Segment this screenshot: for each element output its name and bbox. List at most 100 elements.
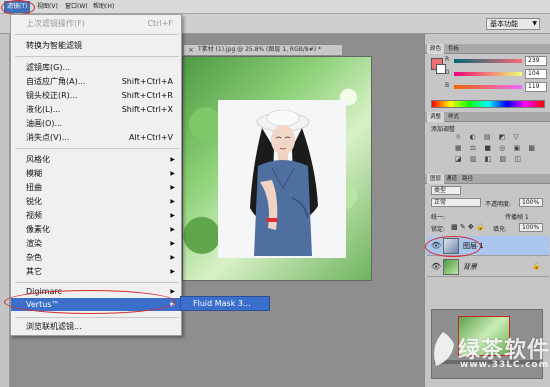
color-spectrum-bar[interactable] — [431, 100, 545, 108]
slider-label: R — [445, 56, 450, 63]
slider-track[interactable] — [454, 59, 522, 63]
menu-item-noise[interactable]: 杂色 ▶ — [11, 251, 181, 264]
menu-bar: 滤镜(T) 视图(V) 窗口(W) 帮助(H) — [0, 0, 550, 14]
workspace-label: 基本功能 — [490, 20, 518, 28]
menu-divider — [15, 34, 179, 35]
menu-item-label: 像素化 — [26, 225, 50, 234]
tab-color[interactable]: 颜色 — [427, 44, 445, 54]
menu-window[interactable]: 窗口(W) — [62, 1, 91, 13]
tab-layers[interactable]: 图层 — [427, 174, 445, 184]
menu-item-shortcut: Alt+Ctrl+V — [129, 133, 173, 142]
menu-item-label: 镜头校正(R)... — [26, 91, 78, 100]
menu-divider — [15, 56, 179, 57]
menu-item-label: 模糊 — [26, 169, 42, 178]
submenu-arrow-icon: ▶ — [170, 254, 175, 261]
adjustment-icons-row-1[interactable]: ☼ ◐ ▤ ◩ ▽ — [455, 133, 535, 142]
menu-item-browse-online-filters[interactable]: 浏览联机滤镜... — [11, 320, 181, 333]
eye-icon[interactable]: 👁 — [431, 262, 441, 271]
layers-panel-header: 图层 通道 路径 — [425, 174, 550, 184]
fill-label: 填充: — [493, 226, 508, 233]
menu-item-other[interactable]: 其它 ▶ — [11, 265, 181, 278]
menu-item-pixelate[interactable]: 像素化 ▶ — [11, 223, 181, 236]
menu-item-label: 浏览联机滤镜... — [26, 322, 82, 331]
red-value-field[interactable]: 239 — [525, 56, 547, 66]
tab-adjustments[interactable]: 调整 — [427, 112, 445, 122]
opacity-value: 100% — [522, 199, 540, 206]
tab-channels[interactable]: 通道 — [443, 174, 460, 184]
submenu-arrow-icon: ▶ — [170, 170, 175, 177]
adjustment-icons-row-2[interactable]: ▦ ⚖ ■ ◎ ▣ ▩ — [455, 144, 535, 153]
layer-name[interactable]: 背景 — [463, 262, 477, 272]
submenu-arrow-icon: ▶ — [170, 240, 175, 247]
menu-divider — [15, 282, 179, 283]
navigator-panel — [431, 309, 543, 379]
adjustment-icons-row-3[interactable]: ◪ ▥ ◧ ▨ ◫ — [455, 155, 535, 164]
submenu-arrow-icon: ▶ — [170, 198, 175, 205]
propagate-frame-checkbox[interactable]: 传播帧 1 — [505, 212, 529, 221]
submenu-arrow-icon: ▶ — [170, 212, 175, 219]
green-value-field[interactable]: 104 — [525, 69, 547, 79]
menu-view[interactable]: 视图(V) — [34, 1, 61, 13]
document-tab[interactable]: × T素材 (1).jpg @ 25.8% (图层 1, RGB/8#) * — [183, 44, 343, 56]
menu-item-oil-paint[interactable]: 油画(O)... — [11, 117, 181, 130]
menu-item-shortcut: Shift+Ctrl+X — [121, 105, 173, 114]
blend-mode-select[interactable]: 正常 — [431, 198, 481, 207]
menu-help[interactable]: 帮助(H) — [90, 1, 117, 13]
navigator-zoom-slider[interactable] — [434, 360, 540, 364]
opacity-field[interactable]: 100% — [519, 198, 543, 207]
menu-item-blur[interactable]: 模糊 ▶ — [11, 167, 181, 180]
menu-divider — [15, 148, 179, 149]
menu-item-video[interactable]: 视频 ▶ — [11, 209, 181, 222]
submenu-arrow-icon: ▶ — [170, 268, 175, 275]
menu-item-label: 杂色 — [26, 253, 42, 262]
menu-item-distort[interactable]: 扭曲 ▶ — [11, 181, 181, 194]
red-annotation-oval — [4, 290, 176, 314]
submenu-fluid-mask[interactable]: Fluid Mask 3... — [180, 296, 270, 311]
navigator-thumbnail[interactable] — [458, 316, 510, 356]
fill-value: 100% — [522, 224, 540, 231]
layer-row-background[interactable]: 👁 背景 🔒 — [427, 257, 549, 277]
slider-track[interactable] — [454, 72, 522, 76]
menu-item-adaptive-wide-angle[interactable]: 自适应广角(A)... Shift+Ctrl+A — [11, 75, 181, 88]
unify-label: 统一: — [431, 214, 446, 221]
menu-item-convert-smart-filter[interactable]: 转换为智能滤镜 — [11, 39, 181, 52]
submenu-arrow-icon: ▶ — [170, 156, 175, 163]
opacity-label: 不透明度: — [485, 201, 512, 208]
menu-item-render[interactable]: 渲染 ▶ — [11, 237, 181, 250]
lock-icons[interactable]: ▩ ✎ ✥ 🔒 — [451, 223, 485, 231]
submenu-arrow-icon: ▶ — [170, 226, 175, 233]
menu-item-shortcut: Shift+Ctrl+A — [121, 77, 173, 86]
color-panel-header: 颜色 色板 — [425, 44, 550, 54]
red-annotation-circle — [1, 0, 35, 15]
chevron-down-icon: ▼ — [532, 20, 537, 27]
submenu-item-label: Fluid Mask 3... — [193, 299, 251, 308]
tab-swatches[interactable]: 色板 — [445, 44, 462, 54]
menu-item-label: 自适应广角(A)... — [26, 77, 86, 86]
lock-label: 锁定: — [431, 226, 446, 233]
workspace-select[interactable]: 基本功能 ▼ — [486, 18, 540, 30]
menu-item-label: 消失点(V)... — [26, 133, 70, 142]
adjust-panel-header: 调整 样式 — [425, 112, 550, 122]
menu-item-liquify[interactable]: 液化(L)... Shift+Ctrl+X — [11, 103, 181, 116]
layer-kind-select[interactable]: 类型 — [431, 186, 461, 195]
menu-item-stylize[interactable]: 风格化 ▶ — [11, 153, 181, 166]
slider-track[interactable] — [454, 85, 522, 89]
close-icon[interactable]: × — [188, 45, 194, 55]
menu-item-last-filter: 上次滤镜操作(F) Ctrl+F — [11, 17, 181, 30]
menu-item-label: 锐化 — [26, 197, 42, 206]
menu-item-label: 渲染 — [26, 239, 42, 248]
tab-styles[interactable]: 样式 — [445, 112, 462, 122]
red-annotation-oval — [425, 236, 481, 257]
slider-label: B — [445, 82, 450, 89]
toolbox — [0, 34, 10, 387]
menu-item-lens-correction[interactable]: 镜头校正(R)... Shift+Ctrl+R — [11, 89, 181, 102]
tab-paths[interactable]: 路径 — [459, 174, 476, 184]
menu-item-label: 滤镜库(G)... — [26, 63, 71, 72]
filter-menu: 上次滤镜操作(F) Ctrl+F 转换为智能滤镜 滤镜库(G)... 自适应广角… — [10, 14, 182, 336]
menu-item-filter-gallery[interactable]: 滤镜库(G)... — [11, 61, 181, 74]
fill-field[interactable]: 100% — [519, 223, 543, 232]
portrait-figure — [250, 109, 318, 256]
menu-item-vanishing-point[interactable]: 消失点(V)... Alt+Ctrl+V — [11, 131, 181, 144]
blue-value-field[interactable]: 119 — [525, 82, 547, 92]
menu-item-sharpen[interactable]: 锐化 ▶ — [11, 195, 181, 208]
